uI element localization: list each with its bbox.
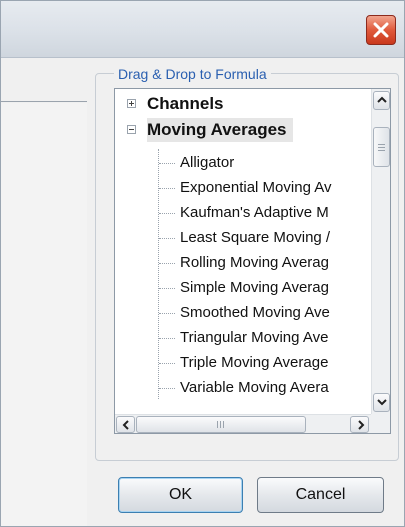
tree-item-label: Alligator bbox=[180, 154, 235, 171]
tree-connector bbox=[159, 338, 175, 339]
close-icon bbox=[373, 22, 389, 38]
formula-pane bbox=[1, 57, 91, 526]
cancel-button[interactable]: Cancel bbox=[257, 477, 384, 513]
tree-item-label: Simple Moving Averag bbox=[180, 279, 329, 296]
tree-connector bbox=[159, 188, 175, 189]
tree-connector bbox=[159, 388, 175, 389]
chevron-up-icon bbox=[377, 96, 387, 103]
vertical-scroll-thumb[interactable] bbox=[373, 127, 390, 167]
groupbox-legend: Drag & Drop to Formula bbox=[114, 65, 271, 83]
tree-item-label: Kaufman's Adaptive M bbox=[180, 204, 329, 221]
tree-connector bbox=[159, 288, 175, 289]
tree-connector bbox=[159, 163, 175, 164]
scroll-down-button[interactable] bbox=[373, 393, 390, 412]
scrollbar-corner bbox=[371, 414, 390, 433]
plus-expander-icon[interactable] bbox=[127, 99, 136, 108]
scroll-right-button[interactable] bbox=[350, 416, 369, 433]
vertical-scrollbar[interactable] bbox=[371, 89, 390, 414]
formula-pane-divider bbox=[1, 101, 87, 102]
tree-item-label: Triangular Moving Ave bbox=[180, 329, 329, 346]
tree-item-label: Triple Moving Average bbox=[180, 354, 329, 371]
chevron-down-icon bbox=[377, 399, 387, 406]
tree-connector bbox=[159, 263, 175, 264]
tree-item-label: Smoothed Moving Ave bbox=[180, 304, 330, 321]
chevron-left-icon bbox=[122, 420, 129, 430]
ok-button[interactable]: OK bbox=[118, 477, 243, 513]
indicator-groupbox: Drag & Drop to Formula Channels Moving A… bbox=[95, 65, 399, 461]
tree-item-label: Variable Moving Avera bbox=[180, 379, 329, 396]
formula-editor[interactable] bbox=[1, 103, 87, 526]
tree-connector bbox=[159, 313, 175, 314]
indicator-tree[interactable]: Channels Moving Averages Alligator Expon… bbox=[114, 88, 391, 434]
scroll-left-button[interactable] bbox=[116, 416, 135, 433]
tree-connector bbox=[159, 238, 175, 239]
tree-group-label: Moving Averages bbox=[147, 118, 293, 142]
tree-item-label: Least Square Moving / bbox=[180, 229, 331, 246]
tree-item-label: Rolling Moving Averag bbox=[180, 254, 329, 271]
scroll-up-button[interactable] bbox=[373, 91, 390, 110]
close-button[interactable] bbox=[366, 15, 396, 45]
minus-expander-icon[interactable] bbox=[127, 125, 136, 134]
tree-connector bbox=[159, 363, 175, 364]
horizontal-scroll-thumb[interactable] bbox=[136, 416, 306, 433]
tree-content: Channels Moving Averages Alligator Expon… bbox=[115, 89, 371, 414]
title-bar bbox=[1, 1, 404, 58]
tree-group-label: Channels bbox=[147, 94, 224, 113]
tree-item-label: Exponential Moving Av bbox=[180, 179, 332, 196]
tree-connector-line bbox=[158, 149, 159, 399]
chevron-right-icon bbox=[358, 420, 365, 430]
tree-connector bbox=[159, 213, 175, 214]
indicator-dialog: Drag & Drop to Formula Channels Moving A… bbox=[0, 0, 405, 527]
horizontal-scrollbar[interactable] bbox=[115, 414, 371, 433]
